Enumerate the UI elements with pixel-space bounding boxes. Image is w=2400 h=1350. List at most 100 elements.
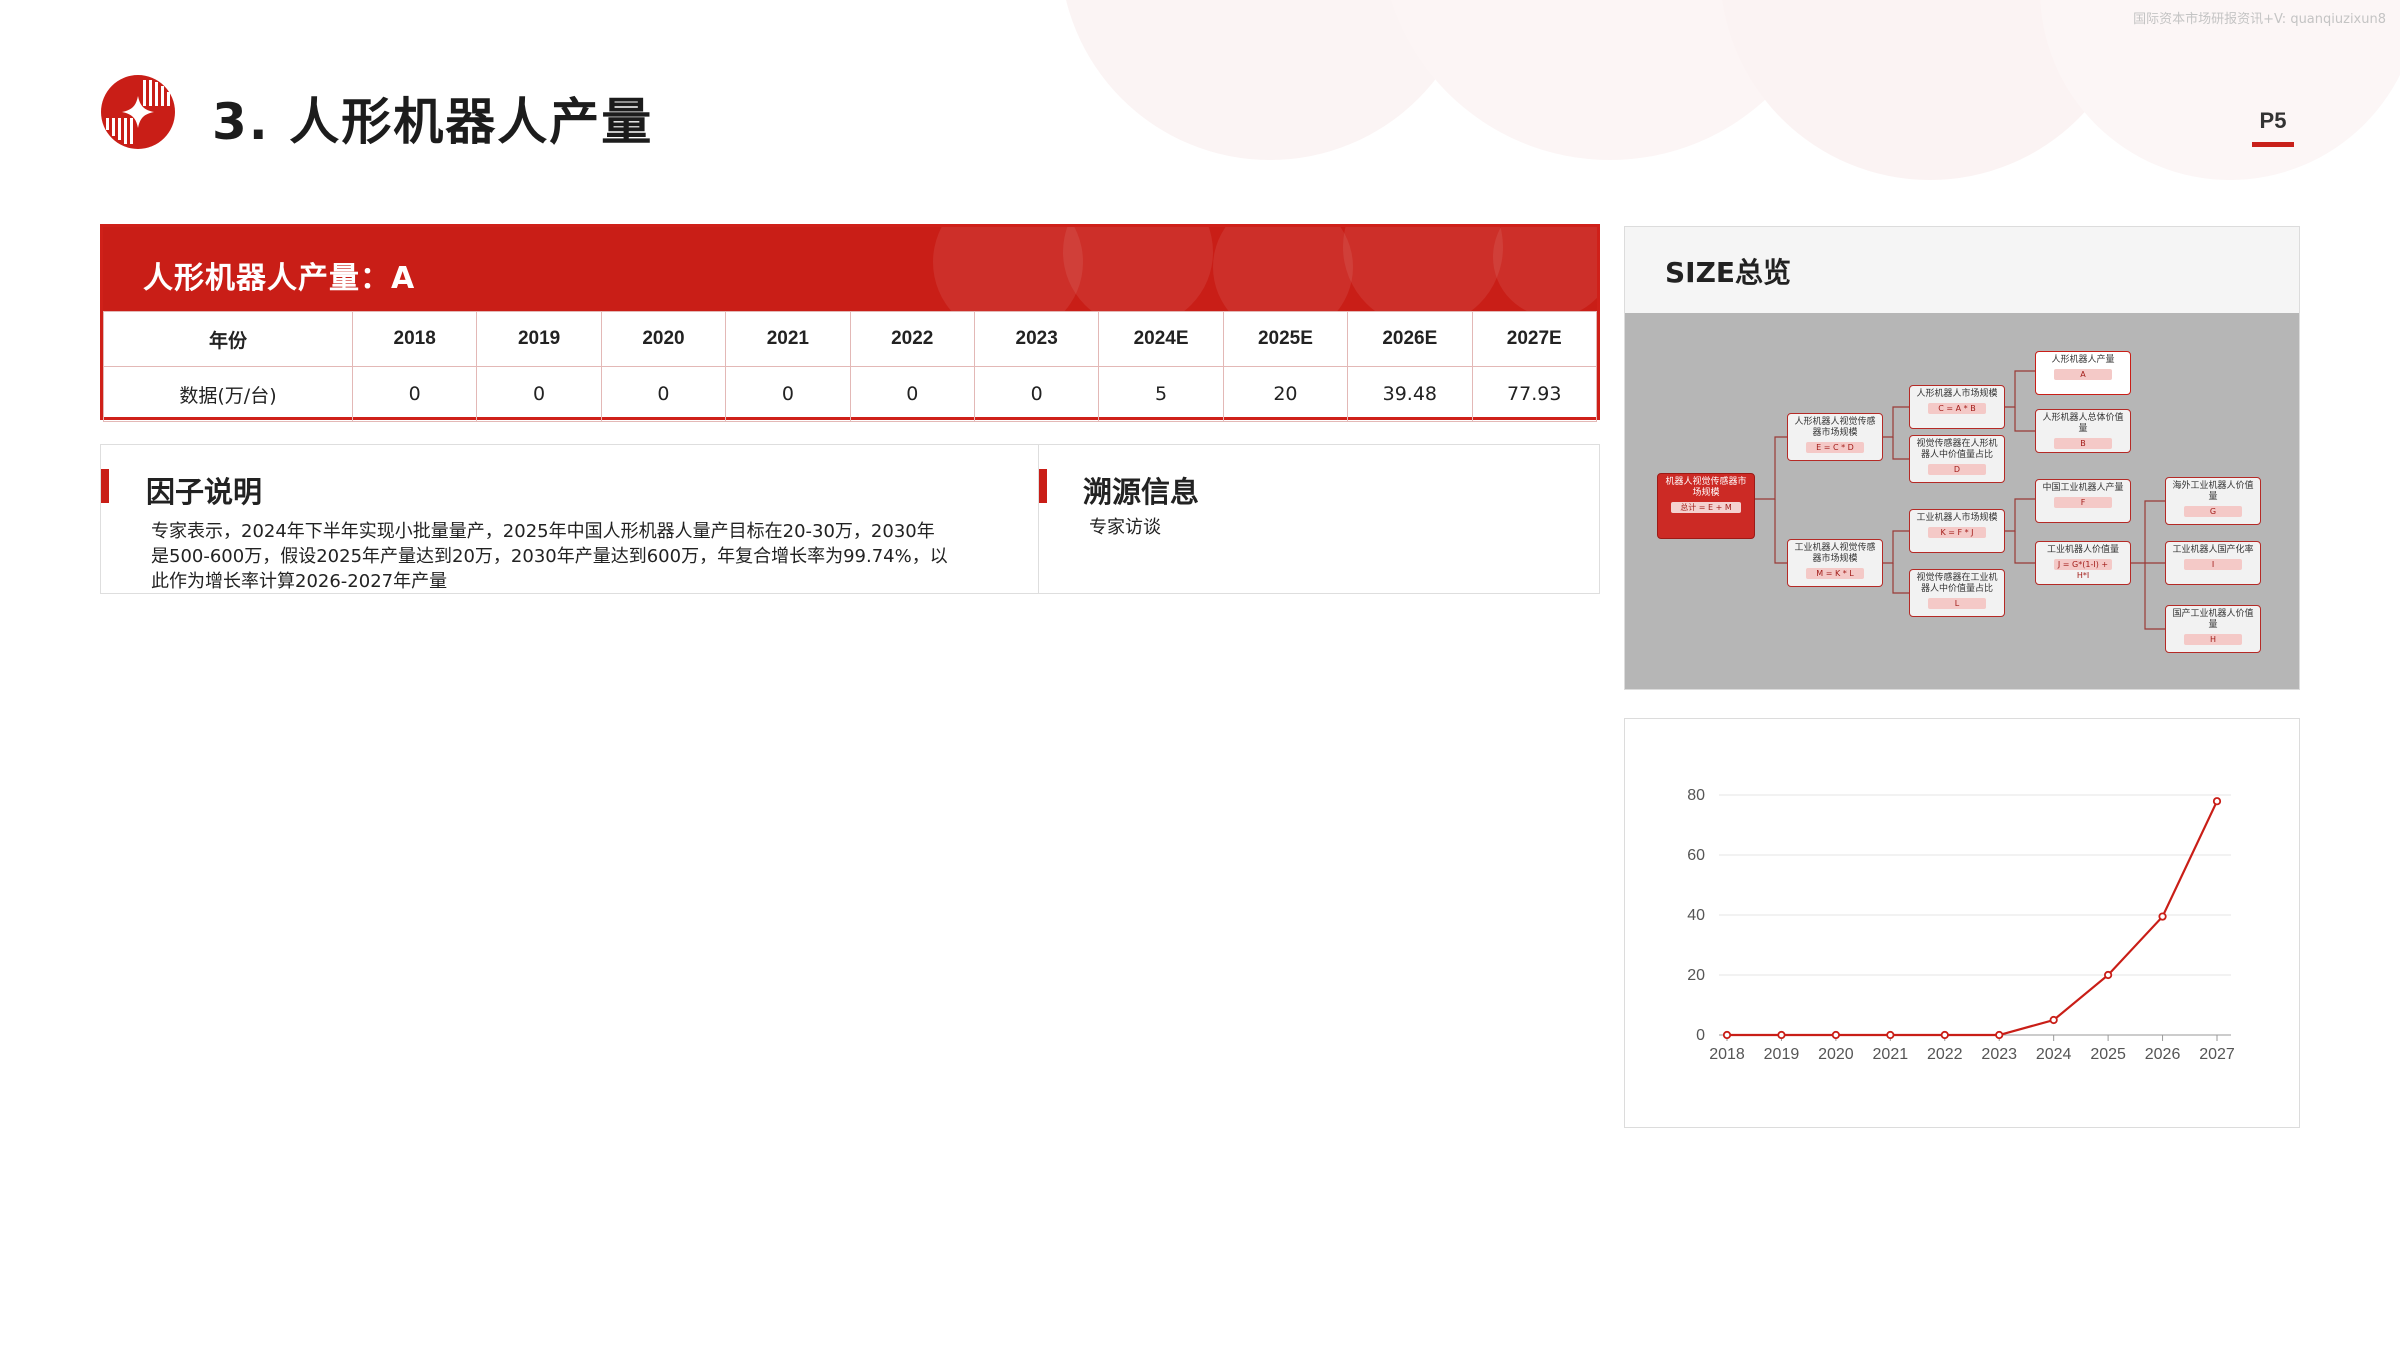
tree-node-humanoid-vision: 人形机器人视觉传感器市场规模 E = C * D [1787,413,1883,461]
year-cell: 2027E [1471,311,1598,367]
tree-node-tag: J = G*(1-I) + H*I [2054,559,2112,580]
factor-text-line: 此作为增长率计算2026-2027年产量 [151,571,448,592]
y-tick-label: 0 [1696,1027,1705,1044]
data-point [2158,912,2167,921]
tree-node-label: 视觉传感器在工业机器人中价值量占比 [1916,573,1998,594]
tree-node-label: 人形机器人市场规模 [1916,389,1998,399]
tree-node-label: 海外工业机器人价值量 [2172,481,2254,502]
tree-node-label: 人形机器人总体价值量 [2042,413,2124,434]
source-heading-bar [1039,469,1047,503]
value-cell: 0 [973,366,1100,422]
x-tick-label: 2025 [2090,1046,2126,1063]
year-cell: 2022 [849,311,975,367]
tree-node-label: 中国工业机器人产量 [2042,483,2124,493]
tree-node-tag: 总计 = E + M [1671,502,1741,513]
tree-node-tag: C = A * B [1928,403,1986,414]
tree-node-tag: M = K * L [1806,568,1864,579]
production-line-chart-card: 0 20 40 60 80 2018 2019 2020 2021 2022 2023 2024 202… [1624,718,2300,1128]
value-cell: 0 [849,366,975,422]
year-cell: 2020 [600,311,727,367]
header-decoration [1343,227,1503,311]
value-cell: 0 [351,366,478,422]
value-cell: 0 [725,366,851,422]
year-cell: 2023 [973,311,1100,367]
y-tick-label: 40 [1687,907,1705,924]
tree-node-humanoid-output: 人形机器人产量 A [2035,351,2131,395]
size-overview-title: SIZE总览 [1665,256,1792,289]
source-heading: 溯源信息 [1083,475,1200,509]
data-point [1940,1030,1949,1040]
x-tick-label: 2020 [1818,1046,1854,1063]
table-row: 数据(万/台) 0 0 0 0 0 0 5 20 39.48 77.93 [103,366,1598,422]
header-decoration [1213,227,1353,311]
tree-node-humanoid-value: 人形机器人总体价值量 B [2035,409,2131,453]
tree-node-tag: B [2054,438,2112,449]
value-cell: 77.93 [1471,366,1598,422]
data-point [1777,1030,1786,1040]
tree-node-tag: L [1928,598,1986,609]
production-table-title: 人形机器人产量：A [143,261,416,296]
factor-heading-bar [101,469,109,503]
factor-text-line: 是500-600万，假设2025年产量达到20万，2030年产量达到600万，年… [151,546,948,567]
value-cell: 5 [1098,366,1224,422]
size-tree-diagram: 机器人视觉传感器市场规模 总计 = E + M 人形机器人视觉传感器市场规模 E… [1625,313,2299,689]
factor-text-line: 专家表示，2024年下半年实现小批量量产，2025年中国人形机器人量产目标在20… [151,521,935,542]
production-line-chart: 0 20 40 60 80 2018 2019 2020 2021 2022 2023 2024 202… [1687,787,2235,1063]
year-cell: 2024E [1098,311,1224,367]
background-arc [2040,0,2400,180]
watermark: 国际资本市场研报资讯+V: quanqiuzixun8 [2133,12,2386,27]
x-tick-label: 2023 [1981,1046,2017,1063]
tree-node-tag: E = C * D [1806,442,1864,453]
tree-node-tag: G [2184,506,2242,517]
year-cell: 2026E [1347,311,1473,367]
y-tick-label: 20 [1687,967,1705,984]
tree-node-humanoid-share: 视觉传感器在人形机器人中价值量占比 D [1909,435,2005,483]
x-tick-label: 2022 [1927,1046,1963,1063]
value-cell: 39.48 [1347,366,1473,422]
tree-node-label: 国产工业机器人价值量 [2172,609,2254,630]
data-point [1995,1030,2004,1040]
x-tick-label: 2021 [1873,1046,1909,1063]
factor-info-card: 因子说明 专家表示，2024年下半年实现小批量量产，2025年中国人形机器人量产… [100,444,1600,594]
table-header-row: 年份 2018 2019 2020 2021 2022 2023 2024E 2… [103,311,1598,367]
value-cell: 0 [476,366,602,422]
year-cell: 2018 [351,311,478,367]
header-decoration [1493,227,1597,311]
y-tick-label: 80 [1687,787,1705,804]
tree-node-tag: F [2054,497,2112,508]
header-decoration [1063,227,1213,311]
value-cell: 20 [1222,366,1349,422]
factor-heading: 因子说明 [146,475,263,509]
data-point [2212,797,2222,806]
tree-node-tag: I [2184,559,2242,570]
size-overview-card: SIZE总览 机器人视觉传感器市场规模 总计 = E + M 人形机器人视觉传感… [1624,226,2300,690]
data-point [1722,1030,1732,1040]
y-tick-label: 60 [1687,847,1705,864]
tree-node-localization-rate: 工业机器人国产化率 I [2165,541,2261,585]
tree-node-domestic-value: 国产工业机器人价值量 H [2165,605,2261,653]
tree-node-label: 人形机器人视觉传感器市场规模 [1794,417,1876,438]
page-number: P5 [2259,108,2287,133]
tree-node-label: 工业机器人市场规模 [1916,513,1998,523]
tree-node-label: 视觉传感器在人形机器人中价值量占比 [1916,439,1998,460]
production-table-card: 人形机器人产量：A 年份 2018 2019 2020 2021 2022 20… [100,224,1600,422]
tree-node-label: 工业机器人国产化率 [2172,545,2254,555]
company-logo-icon [101,75,175,149]
tree-node-humanoid-market: 人形机器人市场规模 C = A * B [1909,385,2005,429]
series-line [1727,800,2218,1037]
data-point [2104,970,2113,980]
info-divider [1038,445,1039,593]
production-table-header: 人形机器人产量：A [103,227,1597,311]
tree-node-overseas-value: 海外工业机器人价值量 G [2165,477,2261,525]
x-tick-label: 2018 [1709,1046,1745,1063]
tree-node-label: 工业机器人价值量 [2046,545,2119,555]
year-cell: 2021 [725,311,851,367]
x-tick-label: 2019 [1764,1046,1800,1063]
tree-node-label: 工业机器人视觉传感器市场规模 [1794,543,1876,564]
data-point [1886,1030,1895,1040]
production-table: 年份 2018 2019 2020 2021 2022 2023 2024E 2… [103,311,1598,422]
year-header-cell: 年份 [103,311,353,367]
header-decoration [933,227,1083,311]
data-row-label: 数据(万/台) [103,366,353,422]
tree-node-industrial-value: 工业机器人价值量 J = G*(1-I) + H*I [2035,541,2131,585]
